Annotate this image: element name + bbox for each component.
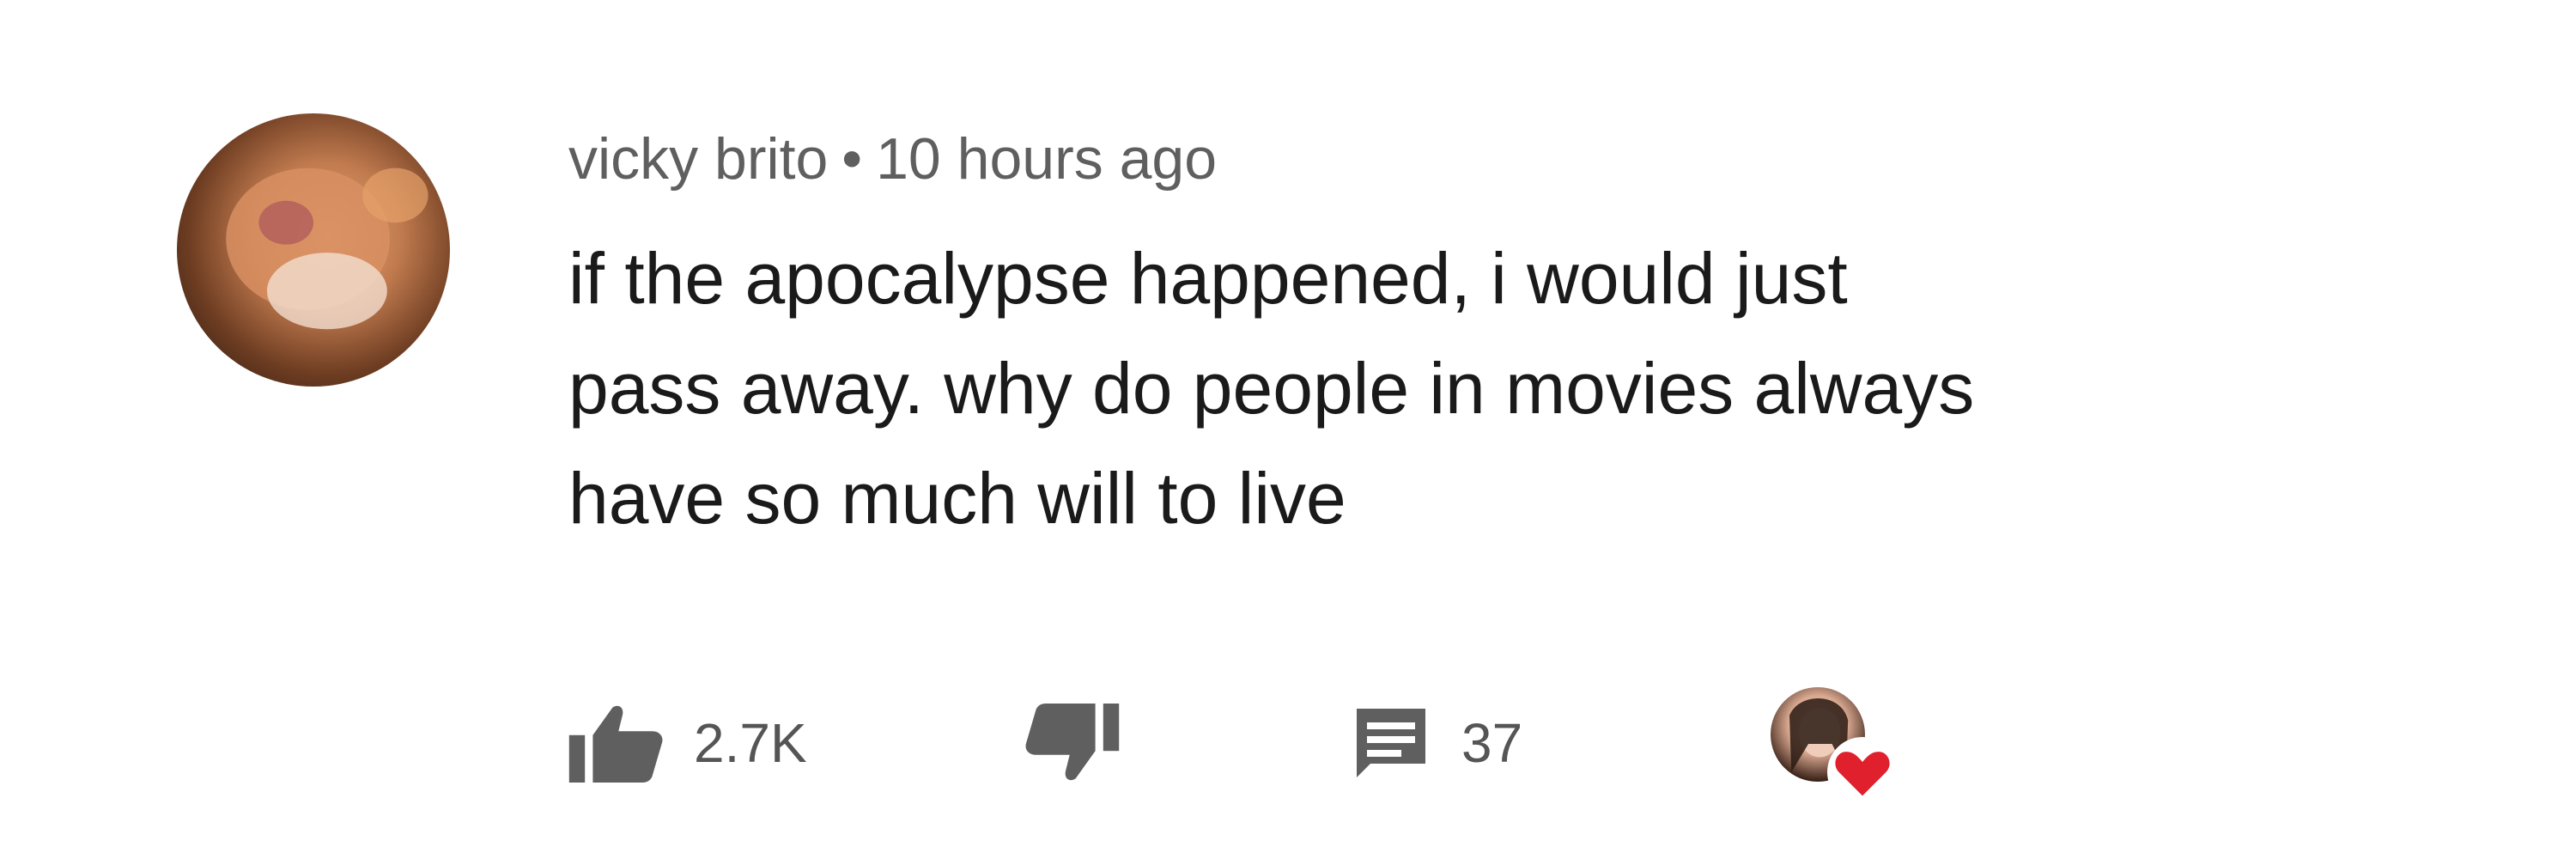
comment-text-line: if the apocalypse happened, i would just [568, 238, 1848, 319]
like-button[interactable]: 2.7K [568, 696, 807, 790]
comment-text-line: pass away. why do people in movies alway… [568, 348, 1975, 429]
comment: vicky brito • 10 hours ago if the apocalyp… [0, 0, 2576, 859]
reply-button[interactable]: 37 [1350, 696, 1522, 790]
creator-heart [1771, 687, 1925, 816]
comment-actions: 2.7K 37 [568, 687, 2458, 807]
comment-timestamp[interactable]: 10 hours ago [876, 126, 1217, 192]
heart-icon [1827, 737, 1898, 807]
thumb-down-icon [1025, 704, 1120, 781]
author-avatar[interactable] [177, 113, 450, 387]
comment-text: if the apocalypse happened, i would just… [568, 223, 2458, 553]
dislike-button[interactable] [1024, 696, 1120, 790]
author-name[interactable]: vicky brito [568, 126, 828, 192]
separator-dot: • [841, 126, 863, 192]
comment-body: vicky brito • 10 hours ago if the apocalyp… [568, 120, 2458, 553]
comment-text-line: have so much will to live [568, 458, 1346, 539]
comment-icon [1357, 709, 1425, 777]
reply-count: 37 [1461, 712, 1523, 774]
thumb-up-icon [568, 705, 663, 783]
like-count: 2.7K [694, 712, 807, 774]
avatar-image [226, 168, 428, 330]
comment-meta: vicky brito • 10 hours ago [568, 120, 2458, 198]
